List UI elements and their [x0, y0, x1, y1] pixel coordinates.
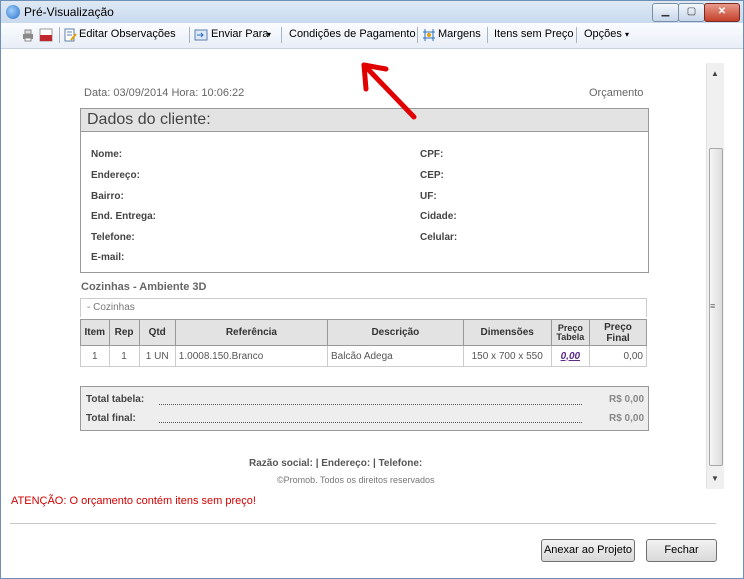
divider: [10, 523, 716, 524]
col-dimensoes: Dimensões: [462, 319, 552, 346]
margins-button[interactable]: Margens: [438, 28, 481, 40]
app-icon: [6, 5, 20, 19]
toolbar: Editar Observações Enviar Para ▾ Condiçõ…: [1, 23, 743, 49]
items-table: Item Rep Qtd Referência Descrição Dimens…: [80, 319, 647, 367]
margins-icon: [422, 28, 436, 42]
report-date: Data: 03/09/2014 Hora: 10:06:22: [84, 87, 245, 99]
report-doc-type: Orçamento: [589, 87, 644, 99]
col-rep: Rep: [108, 319, 140, 346]
col-item: Item: [80, 319, 110, 346]
total-tabela-value: R$ 0,00: [609, 394, 645, 405]
title-bar: Pré-Visualização ▁ ▢ ✕: [1, 1, 743, 23]
client-label-cpf: CPF:: [420, 149, 444, 160]
col-preco-final: Preço Final: [589, 319, 647, 346]
minimize-button[interactable]: ▁: [652, 3, 679, 22]
client-label-telefone: Telefone:: [91, 232, 135, 243]
cell-referencia: 1.0008.150.Branco: [174, 345, 329, 367]
totals-box: Total tabela: R$ 0,00 Total final: R$ 0,…: [80, 386, 649, 431]
payment-conditions-button[interactable]: Condições de Pagamento: [289, 28, 416, 40]
maximize-button[interactable]: ▢: [678, 3, 705, 22]
scroll-grip-icon: ≡: [710, 301, 716, 311]
table-row: 1 1 1 UN 1.0008.150.Branco Balcão Adega …: [80, 345, 647, 367]
warning-message: ATENÇÃO: O orçamento contém itens sem pr…: [11, 495, 256, 507]
cell-item: 1: [80, 345, 110, 367]
total-tabela-label: Total tabela:: [86, 394, 145, 405]
cell-preco-final: 0,00: [589, 345, 647, 367]
client-label-email: E-mail:: [91, 252, 125, 263]
client-data-box: Dados do cliente: Nome: Endereço: Bairro…: [80, 108, 649, 273]
chevron-down-icon: ▾: [267, 30, 272, 39]
cell-qtd: 1 UN: [138, 345, 176, 367]
col-referencia: Referência: [174, 319, 329, 346]
total-final-value: R$ 0,00: [609, 413, 645, 424]
total-final-label: Total final:: [86, 413, 136, 424]
items-without-price-button[interactable]: Itens sem Preço: [494, 28, 573, 40]
group-label: - Cozinhas: [87, 302, 135, 313]
client-label-cep: CEP:: [420, 170, 444, 181]
red-arrow-annotation: [361, 62, 417, 120]
client-label-end-entrega: End. Entrega:: [91, 211, 157, 222]
attach-project-button[interactable]: Anexar ao Projeto: [541, 539, 635, 562]
printer-icon[interactable]: [21, 28, 35, 42]
preview-window: Pré-Visualização ▁ ▢ ✕ Editar Observaçõe…: [0, 0, 744, 579]
client-label-cidade: Cidade:: [420, 211, 457, 222]
cell-rep: 1: [108, 345, 140, 367]
client-label-nome: Nome:: [91, 149, 123, 160]
table-header-row: Item Rep Qtd Referência Descrição Dimens…: [80, 319, 647, 346]
chevron-down-icon: ▾: [625, 30, 630, 39]
scroll-up-icon[interactable]: ▲: [711, 69, 719, 78]
price-table-link[interactable]: 0,00: [550, 345, 591, 367]
vertical-scrollbar[interactable]: ▲ ≡ ▼: [706, 63, 724, 489]
cell-dimensoes: 150 x 700 x 550: [462, 345, 552, 367]
cell-descricao: Balcão Adega: [327, 345, 464, 367]
footer-company-line: Razão social: | Endereço: | Telefone:: [249, 458, 423, 469]
client-label-uf: UF:: [420, 191, 437, 202]
scroll-down-icon[interactable]: ▼: [711, 474, 719, 483]
options-button[interactable]: Opções: [584, 28, 622, 40]
edit-observations-button[interactable]: Editar Observações: [79, 28, 176, 40]
pdf-icon[interactable]: [39, 28, 53, 42]
client-label-bairro: Bairro:: [91, 191, 124, 202]
col-preco-tabela: Preço Tabela: [550, 319, 591, 346]
close-button[interactable]: ✕: [704, 3, 740, 22]
close-dialog-button[interactable]: Fechar: [646, 539, 717, 562]
send-icon: [194, 28, 208, 42]
footer-copyright: ©Promob. Todos os direitos reservados: [277, 475, 435, 485]
group-row: - Cozinhas: [80, 298, 647, 317]
client-label-celular: Celular:: [420, 232, 458, 243]
col-descricao: Descrição: [327, 319, 464, 346]
client-label-endereco: Endereço:: [91, 170, 140, 181]
edit-icon: [63, 28, 77, 42]
send-to-button[interactable]: Enviar Para: [211, 28, 268, 40]
room-title: Cozinhas - Ambiente 3D: [81, 281, 207, 293]
window-title: Pré-Visualização: [24, 5, 114, 19]
col-qtd: Qtd: [138, 319, 176, 346]
